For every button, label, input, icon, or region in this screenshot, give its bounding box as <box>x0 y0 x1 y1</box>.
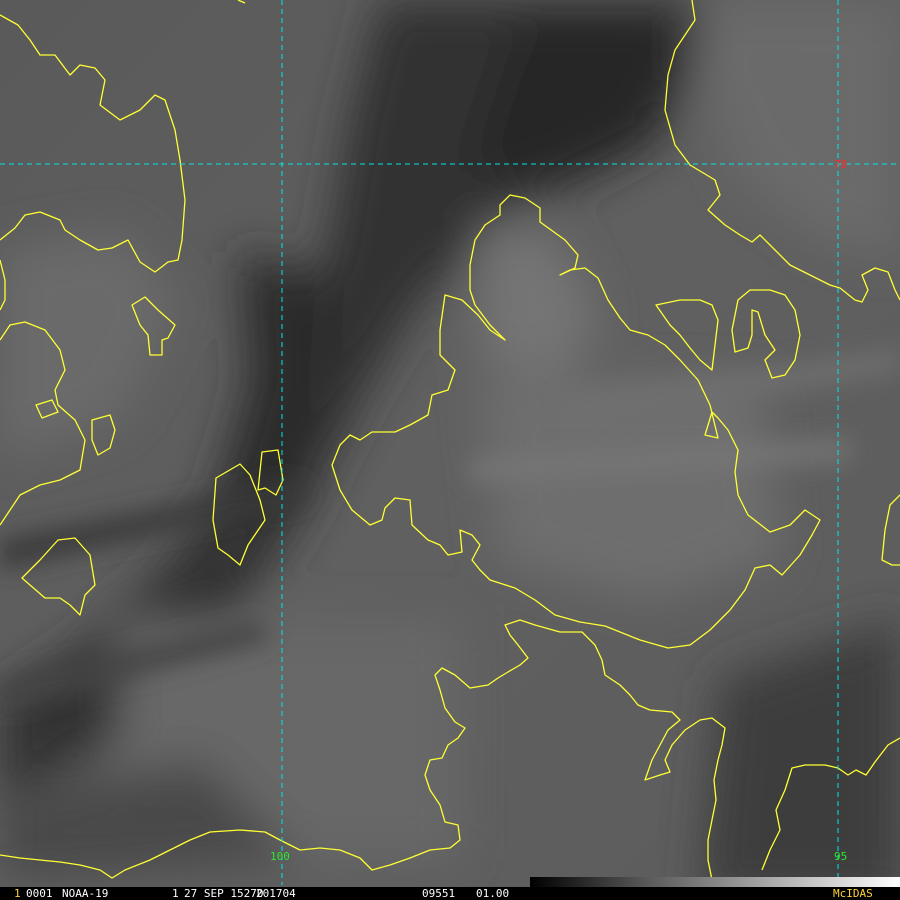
frame-number: 1 <box>14 887 21 900</box>
julian-date: 201704 <box>256 887 296 900</box>
band-number: 1 <box>172 887 179 900</box>
satellite-map-viewer: 70 100 95 1 0001 NOAA-19 1 27 SEP 15270 … <box>0 0 900 900</box>
longitude-label-95: 95 <box>834 850 847 863</box>
resolution: 01.00 <box>476 887 510 900</box>
latitude-label-70: 70 <box>834 158 847 171</box>
status-bar: 1 0001 NOAA-19 1 27 SEP 15270 201704 095… <box>0 887 900 900</box>
longitude-label-100: 100 <box>270 850 290 863</box>
image-time: 09551 <box>422 887 456 900</box>
image-date: 27 SEP 15270 <box>184 887 264 900</box>
grayscale-bar <box>530 877 900 887</box>
frame-id: 0001 <box>26 887 53 900</box>
mcidas-brand: McIDAS <box>833 887 873 900</box>
satellite-map: 70 100 95 <box>0 0 900 900</box>
satellite-name: NOAA-19 <box>62 887 109 900</box>
